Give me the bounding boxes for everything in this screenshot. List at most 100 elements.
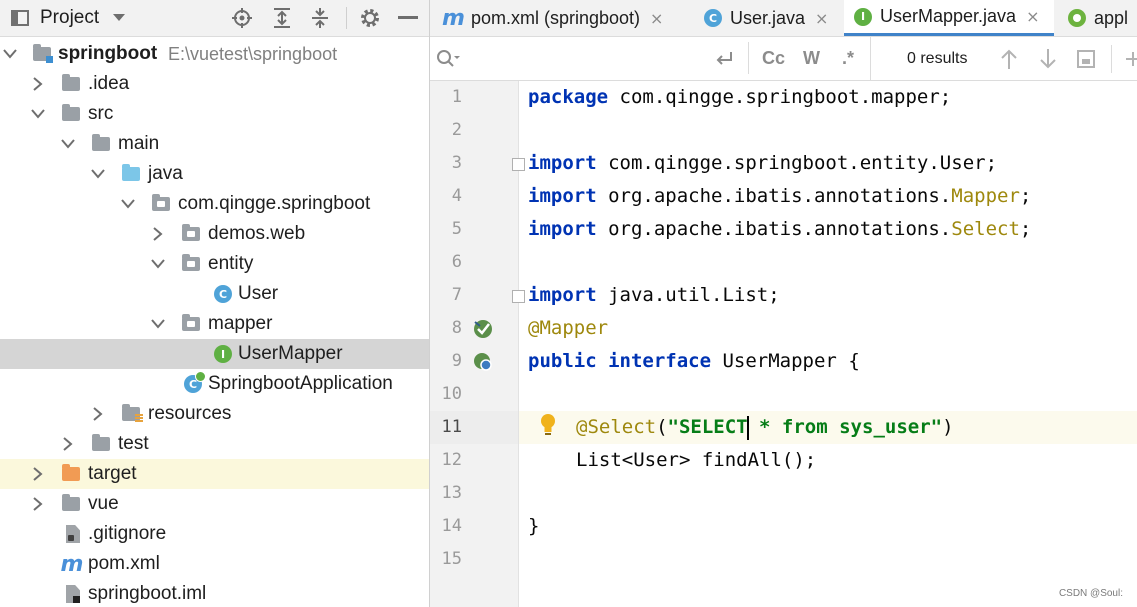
chevron-down-icon[interactable] <box>90 159 106 189</box>
line-number[interactable]: 15 <box>430 543 462 576</box>
line-number[interactable]: 2 <box>430 114 462 147</box>
match-case-button[interactable]: Cc <box>762 37 785 80</box>
resources-folder-icon <box>121 399 143 429</box>
line-number[interactable]: 8 <box>430 312 462 345</box>
tree-item-vue[interactable]: vue <box>0 489 429 519</box>
watermark: CSDN @Soul: <box>1058 588 1123 599</box>
tree-item-usermapper[interactable]: I UserMapper <box>0 339 429 369</box>
project-panel-header: Project <box>0 0 429 37</box>
chevron-down-icon[interactable] <box>150 309 166 339</box>
tree-item-package-root[interactable]: com.qingge.springboot <box>0 189 429 219</box>
tree-item-target[interactable]: target <box>0 459 429 489</box>
project-view-title[interactable]: Project <box>40 0 99 36</box>
chevron-down-icon[interactable] <box>112 0 126 36</box>
tree-item-entity[interactable]: entity <box>0 249 429 279</box>
chevron-right-icon[interactable] <box>30 489 46 519</box>
line-number-active[interactable]: 11 <box>430 411 462 444</box>
line-number[interactable]: 9 <box>430 345 462 378</box>
line-number[interactable]: 7 <box>430 279 462 312</box>
line-number[interactable]: 3 <box>430 147 462 180</box>
line-number[interactable]: 10 <box>430 378 462 411</box>
tree-item-src[interactable]: src <box>0 99 429 129</box>
tree-item-pom-xml[interactable]: m pom.xml <box>0 549 429 579</box>
fold-marker-icon[interactable] <box>512 290 525 303</box>
chevron-right-icon[interactable] <box>30 69 46 99</box>
search-input[interactable] <box>466 45 730 73</box>
code-line-3[interactable]: import com.qingge.springboot.entity.User… <box>528 147 997 180</box>
close-icon[interactable]: × <box>1026 7 1039 26</box>
package-icon <box>181 309 201 339</box>
chevron-right-icon[interactable] <box>60 429 76 459</box>
search-icon[interactable] <box>436 37 460 80</box>
chevron-right-icon[interactable] <box>150 219 166 249</box>
code-text: ( <box>656 416 668 438</box>
close-icon[interactable]: × <box>815 9 828 28</box>
chevron-right-icon[interactable] <box>90 399 106 429</box>
keyword-import: import <box>528 185 597 207</box>
line-number[interactable]: 6 <box>430 246 462 279</box>
chevron-down-icon[interactable] <box>120 189 136 219</box>
class-icon: C <box>704 9 722 27</box>
line-number[interactable]: 4 <box>430 180 462 213</box>
code-line-12[interactable]: List<User> findAll(); <box>576 444 816 477</box>
collapse-all-icon[interactable] <box>310 0 330 36</box>
line-number[interactable]: 12 <box>430 444 462 477</box>
code-line-14[interactable]: } <box>528 510 539 543</box>
code-line-5[interactable]: import org.apache.ibatis.annotations.Sel… <box>528 213 1031 246</box>
tab-application[interactable]: appl <box>1068 0 1137 36</box>
line-number[interactable]: 1 <box>430 81 462 114</box>
tree-item-test[interactable]: test <box>0 429 429 459</box>
tree-item-idea[interactable]: .idea <box>0 69 429 99</box>
tree-item-springboot-application[interactable]: C SpringbootApplication <box>0 369 429 399</box>
minimize-icon[interactable] <box>398 0 418 36</box>
expand-all-icon[interactable] <box>272 0 292 36</box>
tree-item-mapper[interactable]: mapper <box>0 309 429 339</box>
module-folder-icon <box>32 39 53 69</box>
code-line-7[interactable]: import java.util.List; <box>528 279 780 312</box>
interface-icon: I <box>854 7 872 26</box>
tree-item-main[interactable]: main <box>0 129 429 159</box>
lightbulb-icon[interactable] <box>538 413 558 442</box>
tree-item-user-class[interactable]: C User <box>0 279 429 309</box>
chevron-down-icon[interactable] <box>30 99 46 129</box>
code-line-1[interactable]: package com.qingge.springboot.mapper; <box>528 81 951 114</box>
tree-item-springboot-iml[interactable]: springboot.iml <box>0 579 429 607</box>
chevron-right-icon[interactable] <box>30 459 46 489</box>
chevron-down-icon[interactable] <box>2 39 18 69</box>
chevron-down-icon[interactable] <box>150 249 166 279</box>
mybatis-mapper-icon[interactable] <box>472 318 494 345</box>
line-number[interactable]: 13 <box>430 477 462 510</box>
keyword-public: public <box>528 350 597 372</box>
code-line-9[interactable]: public interface UserMapper { <box>528 345 860 378</box>
add-icon[interactable] <box>1124 37 1137 80</box>
tree-item-resources[interactable]: resources <box>0 399 429 429</box>
fold-marker-icon[interactable] <box>512 158 525 171</box>
code-text: com.qingge.springboot.mapper; <box>608 86 952 108</box>
code-line-4[interactable]: import org.apache.ibatis.annotations.Map… <box>528 180 1031 213</box>
select-all-occurrences-icon[interactable] <box>1076 37 1096 80</box>
tree-item-java[interactable]: java <box>0 159 429 189</box>
line-number[interactable]: 14 <box>430 510 462 543</box>
gear-icon[interactable] <box>359 0 381 36</box>
line-number[interactable]: 5 <box>430 213 462 246</box>
package-icon <box>181 219 201 249</box>
tree-item-gitignore[interactable]: .gitignore <box>0 519 429 549</box>
code-line-8[interactable]: @Mapper <box>528 312 608 345</box>
close-icon[interactable]: × <box>650 9 663 28</box>
chevron-down-icon[interactable] <box>60 129 76 159</box>
implementation-gutter-icon[interactable] <box>472 351 494 378</box>
tree-item-demos-web[interactable]: demos.web <box>0 219 429 249</box>
tab-usermapper-java[interactable]: I UserMapper.java × <box>844 0 1054 36</box>
tab-user-java[interactable]: C User.java × <box>704 0 844 36</box>
tree-item-label: springboot.iml <box>88 583 207 604</box>
tab-pom-xml[interactable]: m pom.xml (springboot) × <box>442 0 694 36</box>
tab-label: User.java <box>730 7 806 28</box>
words-button[interactable]: W <box>803 37 820 80</box>
regex-button[interactable]: .* <box>842 37 854 80</box>
code-line-11[interactable]: @Select("SELECT * from sys_user") <box>576 411 954 444</box>
arrow-up-icon[interactable] <box>1000 37 1018 80</box>
new-line-icon[interactable] <box>714 37 734 80</box>
tree-item-springboot[interactable]: springboot E:\vuetest\springboot <box>0 39 429 69</box>
locate-icon[interactable] <box>231 0 253 36</box>
arrow-down-icon[interactable] <box>1039 37 1057 80</box>
